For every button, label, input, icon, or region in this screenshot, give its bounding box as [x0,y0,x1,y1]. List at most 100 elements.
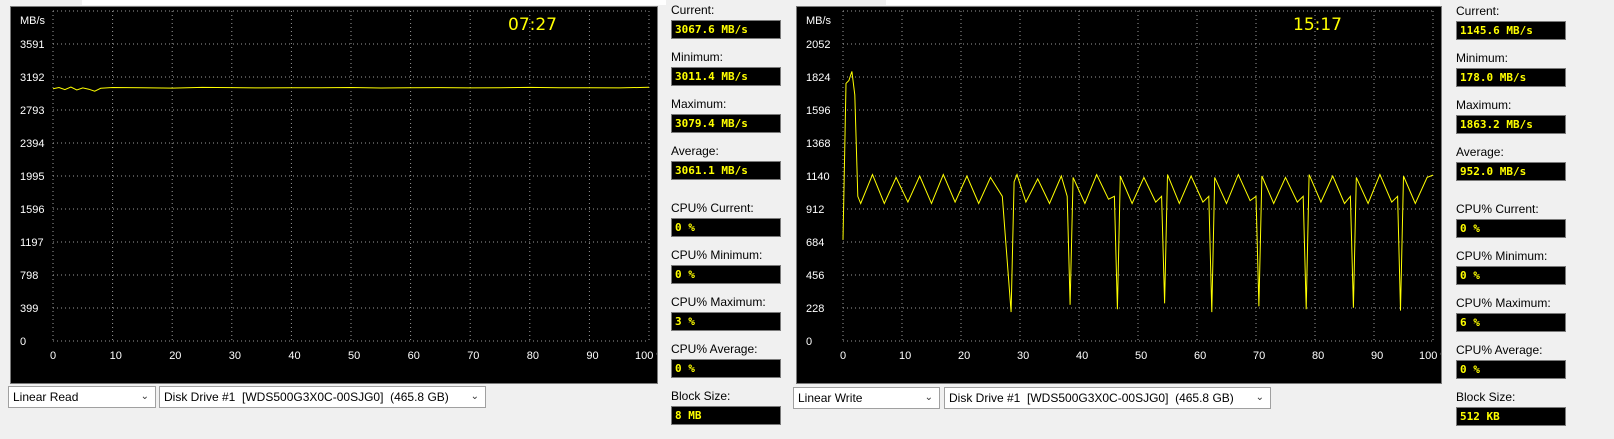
stat-label: Average: [671,144,719,158]
stat-value-box: 3 % [671,312,781,331]
x-tick-label: 10 [899,350,911,362]
chevron-down-icon: ⌄ [140,391,149,402]
x-tick-label: 20 [958,350,970,362]
x-tick-label: 0 [50,350,56,362]
stat-label: CPU% Current: [1456,202,1539,216]
test-mode-select[interactable]: Linear Write ⌄ [793,387,940,409]
x-tick-label: 0 [840,350,846,362]
x-tick-label: 90 [586,350,598,362]
x-tick-label: 20 [169,350,181,362]
stat-value-box: 0 % [671,218,781,237]
y-tick-label: 1596 [806,105,830,117]
y-tick-label: 684 [806,237,824,249]
stat-value-box: 3061.1 MB/s [671,161,781,180]
y-tick-label: 1197 [20,237,44,249]
stat-label: Current: [1456,4,1500,18]
y-tick-label: 2394 [20,138,44,150]
x-tick-label: 60 [408,350,420,362]
stat-value-box: 512 KB [1456,407,1566,426]
stat-value-box: 6 % [1456,313,1566,332]
throughput-chart-read: 0 399 798 1197 1596 1995 2394 2793 3192 3591 0 10 20… [20,10,657,362]
stat-value-box: 178.0 MB/s [1456,68,1566,87]
test-mode-value: Linear Write [798,391,863,405]
y-tick-label: 1368 [806,138,830,150]
stat-value-box: 0 % [1456,266,1566,285]
stat-value-box: 1145.6 MB/s [1456,21,1566,40]
x-tick-label: 50 [1135,350,1147,362]
throughput-series-line [52,86,650,92]
stat-label: CPU% Current: [671,201,754,215]
elapsed-time: 07:27 [508,15,557,35]
x-tick-label: 80 [527,350,539,362]
stat-label: CPU% Average: [1456,343,1543,357]
x-tick-label: 50 [348,350,360,362]
y-tick-label: 1824 [806,72,830,84]
x-tick-label: 30 [229,350,241,362]
y-tick-label: 1596 [20,204,44,216]
stat-label: Block Size: [671,389,731,403]
throughput-graph-read: 0 399 798 1197 1596 1995 2394 2793 3192 3591 0 10 20… [10,6,658,384]
x-tick-label: 100 % [1419,350,1441,362]
chevron-down-icon: ⌄ [470,391,479,402]
test-mode-select[interactable]: Linear Read ⌄ [8,386,156,408]
drive-select[interactable]: Disk Drive #1 [WDS500G3X0C-00SJG0] (465.… [159,386,486,408]
stat-label: CPU% Maximum: [671,295,766,309]
drive-value: Disk Drive #1 [WDS500G3X0C-00SJG0] (465.… [164,390,449,404]
stat-value-box: 3079.4 MB/s [671,114,781,133]
stat-value-box: 1863.2 MB/s [1456,115,1566,134]
y-tick-label: 1995 [20,171,44,183]
stat-value-box: 3067.6 MB/s [671,20,781,39]
stat-value-box: 0 % [1456,360,1566,379]
stat-value-box: 0 % [671,359,781,378]
stat-label: Maximum: [1456,98,1512,112]
drive-value: Disk Drive #1 [WDS500G3X0C-00SJG0] (465.… [949,391,1234,405]
y-tick-label: 1140 [806,171,830,183]
throughput-chart-write: 0 228 456 684 912 1140 1368 1596 1824 2052 0 10 20 30… [806,10,1441,362]
y-tick-label: 912 [806,204,824,216]
stat-label: Minimum: [671,50,724,64]
y-tick-label: 399 [20,303,38,315]
y-tick-label: 456 [806,270,824,282]
x-tick-label: 40 [288,350,300,362]
stat-label: Maximum: [671,97,727,111]
y-axis-label: MB/s [20,15,46,27]
stat-label: CPU% Maximum: [1456,296,1551,310]
x-tick-label: 100 % [635,350,657,362]
x-tick-label: 70 [467,350,479,362]
y-tick-label: 798 [20,270,38,282]
y-tick-label: 228 [806,303,824,315]
x-tick-label: 60 [1194,350,1206,362]
x-tick-label: 90 [1371,350,1383,362]
y-tick-label: 3591 [20,39,44,51]
throughput-graph-write: 0 228 456 684 912 1140 1368 1596 1824 2052 0 10 20 30… [796,6,1442,384]
y-tick-label: 0 [806,336,812,348]
x-tick-label: 10 [110,350,122,362]
stat-value-box: 0 % [1456,219,1566,238]
y-axis-label: MB/s [806,15,832,27]
stat-label: Current: [671,3,715,17]
stat-label: Minimum: [1456,51,1509,65]
test-mode-value: Linear Read [13,390,79,404]
x-tick-label: 70 [1253,350,1265,362]
stat-label: CPU% Average: [671,342,758,356]
stat-label: Block Size: [1456,390,1516,404]
stat-label: Average: [1456,145,1504,159]
stat-label: CPU% Minimum: [1456,249,1548,263]
y-tick-label: 0 [20,336,26,348]
x-tick-label: 40 [1076,350,1088,362]
benchmark-panel-read: 0 399 798 1197 1596 1995 2394 2793 3192 3591 0 10 20… [0,0,790,439]
drive-select[interactable]: Disk Drive #1 [WDS500G3X0C-00SJG0] (465.… [944,387,1271,409]
stat-value-box: 0 % [671,265,781,284]
stat-label: CPU% Minimum: [671,248,763,262]
y-tick-label: 2793 [20,105,44,117]
y-tick-label: 3192 [20,72,44,84]
y-tick-label: 2052 [806,39,830,51]
stat-value-box: 8 MB [671,406,781,425]
x-tick-label: 80 [1312,350,1324,362]
x-tick-label: 30 [1017,350,1029,362]
benchmark-panel-write: 0 228 456 684 912 1140 1368 1596 1824 2052 0 10 20 30… [790,0,1614,439]
elapsed-time: 15:17 [1293,15,1342,35]
stat-value-box: 3011.4 MB/s [671,67,781,86]
chevron-down-icon: ⌄ [1255,392,1264,403]
chevron-down-icon: ⌄ [924,392,933,403]
